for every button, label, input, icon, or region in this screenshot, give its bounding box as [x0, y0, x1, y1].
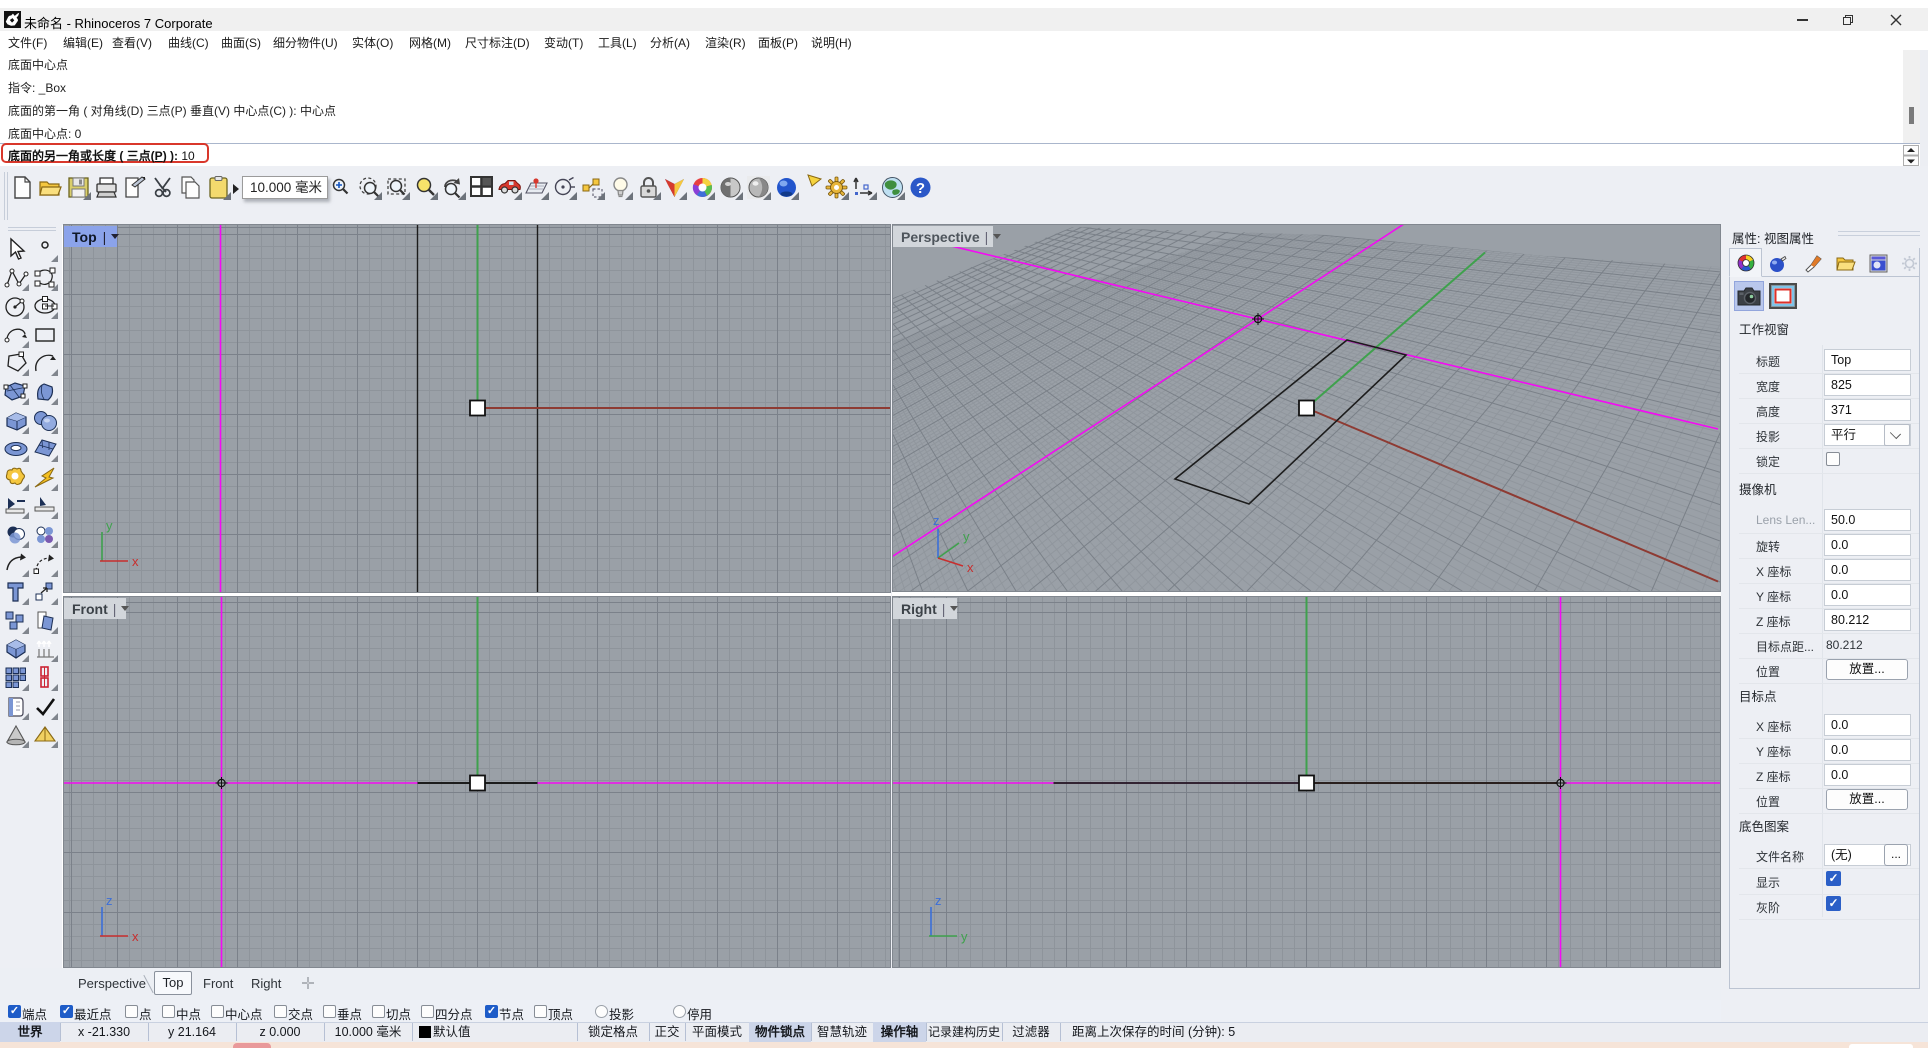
svg-text:y: y [963, 529, 970, 544]
svg-text:x: x [132, 929, 139, 944]
svg-text:z: z [933, 513, 940, 528]
svg-text:?: ? [916, 180, 925, 197]
svg-text:z: z [106, 893, 113, 908]
svg-text:x: x [967, 560, 974, 575]
svg-text:y: y [961, 929, 968, 944]
svg-text:z: z [935, 893, 942, 908]
svg-text:y: y [106, 518, 113, 533]
svg-text:x: x [132, 554, 139, 569]
